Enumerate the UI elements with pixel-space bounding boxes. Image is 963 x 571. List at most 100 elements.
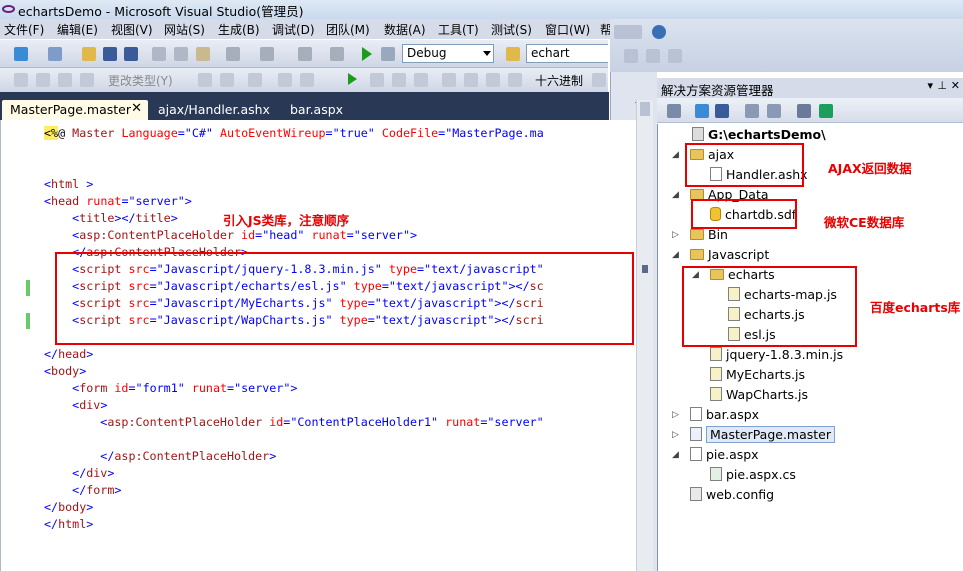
step-out-icon[interactable] — [486, 73, 500, 87]
step-into-icon[interactable] — [442, 73, 456, 87]
tab-bar[interactable]: bar.aspx — [282, 100, 351, 120]
expand-icon[interactable]: ▷ — [672, 410, 679, 420]
tree-node-jquery[interactable]: jquery-1.8.3.min.js — [710, 347, 843, 362]
add-item-icon[interactable] — [48, 47, 62, 61]
menu-test[interactable]: 测试(S) — [491, 21, 532, 38]
cut-icon[interactable] — [152, 47, 166, 61]
properties-icon[interactable] — [667, 104, 681, 118]
uncomment-icon[interactable] — [300, 73, 314, 87]
new-project-icon[interactable] — [14, 47, 28, 61]
save-icon[interactable] — [103, 47, 117, 61]
code-line[interactable]: </html> — [44, 516, 93, 533]
scroll-thumb[interactable] — [642, 265, 648, 273]
tree-node-pie-cs[interactable]: pie.aspx.cs — [710, 467, 796, 482]
menu-file[interactable]: 文件(F) — [4, 21, 44, 38]
collapse-icon[interactable]: ◢ — [672, 190, 679, 200]
menu-edit[interactable]: 编辑(E) — [57, 21, 98, 38]
code-line[interactable]: <html > — [44, 176, 93, 193]
tree-node-pie-aspx[interactable]: pie.aspx — [690, 447, 759, 462]
code-line[interactable]: </form> — [44, 482, 121, 499]
continue-icon[interactable] — [348, 73, 357, 85]
collapse-icon[interactable]: ◢ — [672, 250, 679, 260]
help-icon[interactable] — [652, 25, 666, 39]
dropdown-icon[interactable]: ▾ — [927, 79, 933, 92]
save-all-icon[interactable] — [124, 47, 138, 61]
code-line[interactable]: <asp:ContentPlaceHolder id="ContentPlace… — [44, 414, 543, 431]
code-line[interactable]: </asp:ContentPlaceHolder> — [44, 448, 276, 465]
code-line[interactable]: </div> — [44, 465, 114, 482]
pin-icon[interactable]: ⊥ — [937, 79, 947, 92]
code-line[interactable]: <body> — [44, 363, 86, 380]
breakpoints-icon[interactable] — [508, 73, 522, 87]
code-line[interactable]: <form id="form1" runat="server"> — [44, 380, 297, 397]
format-icon[interactable] — [14, 73, 28, 87]
comment-icon[interactable] — [278, 73, 292, 87]
asp-config-icon[interactable] — [819, 104, 833, 118]
tree-node-myecharts[interactable]: MyEcharts.js — [710, 367, 805, 382]
bookmark-clear-icon[interactable] — [668, 49, 682, 63]
menu-debug[interactable]: 调试(D) — [272, 21, 315, 38]
find-input[interactable]: echart — [526, 44, 608, 63]
pause-icon[interactable] — [370, 73, 384, 87]
step-over-icon[interactable] — [464, 73, 478, 87]
primary-key-icon[interactable] — [198, 73, 212, 87]
tree-node-masterpage[interactable]: MasterPage.master — [690, 426, 836, 443]
menu-view[interactable]: 视图(V) — [111, 21, 153, 38]
tree-node-root[interactable]: G:\echartsDemo\ — [692, 127, 826, 142]
navigate-back-icon[interactable] — [298, 47, 312, 61]
view-code-icon[interactable] — [745, 104, 759, 118]
code-line[interactable]: <asp:ContentPlaceHolder id="head" runat=… — [44, 227, 417, 244]
redo-icon[interactable] — [260, 47, 274, 61]
refresh-icon[interactable] — [695, 104, 709, 118]
collapse-icon[interactable]: ◢ — [672, 150, 679, 160]
find-in-files-icon[interactable] — [506, 47, 520, 61]
toolbar-overflow-icon[interactable] — [614, 25, 642, 39]
bookmark-prev-icon[interactable] — [624, 49, 638, 63]
editor-scrollbar[interactable] — [636, 100, 653, 571]
menu-team[interactable]: 团队(M) — [326, 21, 370, 38]
close-icon[interactable]: ✕ — [131, 101, 142, 116]
close-icon[interactable]: ✕ — [951, 79, 960, 92]
tree-node-wapcharts[interactable]: WapCharts.js — [710, 387, 808, 402]
bookmark-next-icon[interactable] — [646, 49, 660, 63]
table-icon[interactable] — [36, 73, 50, 87]
solution-configuration-select[interactable]: Debug — [402, 44, 494, 63]
attach-icon[interactable] — [381, 47, 395, 61]
code-editor[interactable]: <%@ Master Language="C#" AutoEventWireup… — [0, 120, 636, 571]
menu-data[interactable]: 数据(A) — [384, 21, 426, 38]
collapse-icon[interactable]: ◢ — [672, 450, 679, 460]
copy-icon[interactable] — [174, 47, 188, 61]
expand-icon[interactable]: ▷ — [672, 230, 679, 240]
threads-icon[interactable] — [592, 73, 606, 87]
change-type-button[interactable]: 更改类型(Y) — [108, 72, 173, 89]
menu-window[interactable]: 窗口(W) — [545, 21, 590, 38]
stop-icon[interactable] — [392, 73, 406, 87]
hex-display-button[interactable]: 十六进制 — [535, 72, 583, 89]
tree-node-bin[interactable]: Bin — [690, 227, 728, 242]
indexes-icon[interactable] — [248, 73, 262, 87]
relationships-icon[interactable] — [80, 73, 94, 87]
restart-icon[interactable] — [414, 73, 428, 87]
tree-node-web-config[interactable]: web.config — [690, 487, 774, 502]
navigate-forward-icon[interactable] — [330, 47, 344, 61]
menu-build[interactable]: 生成(B) — [218, 21, 260, 38]
tab-handler[interactable]: ajax/Handler.ashx — [150, 100, 278, 120]
copy-website-icon[interactable] — [797, 104, 811, 118]
code-line[interactable]: </head> — [44, 346, 93, 363]
code-line[interactable]: <%@ Master Language="C#" AutoEventWireup… — [44, 125, 544, 142]
show-all-files-icon[interactable] — [715, 104, 729, 118]
split-icon[interactable] — [640, 102, 650, 116]
code-line[interactable]: <div> — [44, 397, 107, 414]
menu-website[interactable]: 网站(S) — [164, 21, 205, 38]
code-line[interactable]: <title></title> — [44, 210, 178, 227]
start-debugging-icon[interactable] — [362, 47, 372, 61]
tree-node-javascript[interactable]: Javascript — [690, 247, 769, 262]
paste-icon[interactable] — [196, 47, 210, 61]
code-line[interactable]: </body> — [44, 499, 93, 516]
code-line[interactable]: <head runat="server"> — [44, 193, 192, 210]
tree-node-bar-aspx[interactable]: bar.aspx — [690, 407, 759, 422]
sql-icon[interactable] — [58, 73, 72, 87]
open-file-icon[interactable] — [82, 47, 96, 61]
tab-masterpage[interactable]: MasterPage.master ✕ — [2, 100, 148, 120]
expand-icon[interactable]: ▷ — [672, 430, 679, 440]
